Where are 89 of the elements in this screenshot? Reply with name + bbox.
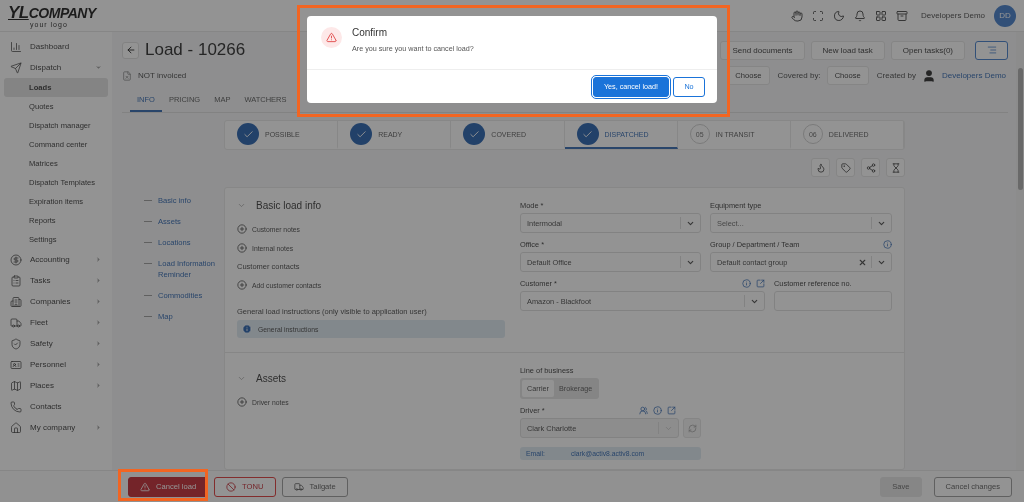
check-icon [576, 123, 599, 145]
user-avatar[interactable]: DD [994, 4, 1016, 27]
share-icon [865, 162, 876, 173]
sidebar-item[interactable]: My company [4, 417, 108, 438]
hourglass-icon [890, 162, 901, 173]
caret-down-icon [95, 64, 102, 71]
plus-icon [237, 397, 247, 407]
flame-icon [815, 162, 826, 173]
plus-icon [237, 224, 247, 234]
page-title: Load - 10266 [145, 40, 246, 60]
action-button[interactable]: New load task [810, 40, 885, 60]
sidebar-item[interactable]: Safety [4, 333, 108, 354]
map-icon [10, 379, 22, 392]
caret-right-icon [95, 277, 102, 284]
created-by-label: Created by [876, 71, 916, 80]
check-icon [350, 123, 373, 145]
invoice-status: NOT invoiced [138, 71, 187, 80]
building-icon [10, 295, 22, 308]
sidebar-item[interactable]: Dashboard [4, 36, 108, 57]
clear-icon [858, 257, 867, 267]
grid-icon[interactable] [874, 9, 887, 22]
menu-icon [986, 45, 997, 55]
warning-icon [321, 27, 342, 48]
sidebar-item[interactable]: Accounting [4, 249, 108, 270]
caret-right-icon [95, 256, 102, 263]
sidebar-item[interactable]: Places [4, 375, 108, 396]
document-icon [122, 70, 132, 81]
plus-icon [237, 280, 247, 290]
info-icon[interactable] [883, 240, 892, 249]
info-icon[interactable] [653, 406, 662, 415]
sidebar-item[interactable]: Fleet [4, 312, 108, 333]
menu-button[interactable] [975, 40, 1008, 60]
external-link-icon[interactable] [667, 406, 676, 415]
caret-right-icon [95, 340, 102, 347]
users-icon[interactable] [639, 406, 648, 415]
flame-button[interactable] [811, 158, 830, 177]
caret-right-icon [95, 298, 102, 305]
refresh-icon [687, 423, 697, 433]
dollar-icon [10, 253, 22, 266]
action-button[interactable]: Send documents [720, 40, 805, 60]
id-card-icon [10, 358, 22, 371]
chevron-down-icon[interactable] [237, 374, 246, 383]
ban-icon [226, 481, 237, 492]
user-name[interactable]: Developers Demo [920, 11, 985, 20]
info-icon [242, 324, 252, 334]
share-button[interactable] [861, 158, 880, 177]
caret-right-icon [95, 382, 102, 389]
caret-right-icon [95, 319, 102, 326]
hourglass-button[interactable] [886, 158, 905, 177]
caret-right-icon [95, 361, 102, 368]
tag-button[interactable] [836, 158, 855, 177]
bell-icon[interactable] [853, 9, 866, 22]
fullscreen-icon[interactable] [811, 9, 824, 22]
creator-link[interactable]: Developers Demo [941, 71, 1006, 80]
tag-icon [840, 162, 851, 173]
send-icon [10, 61, 22, 74]
section-title: Assets [256, 373, 286, 384]
sidebar-item[interactable]: Dispatch [4, 57, 108, 78]
truck-icon [10, 316, 22, 329]
bar-chart-icon [10, 40, 22, 53]
user-icon [921, 68, 936, 83]
phone-icon [10, 400, 22, 413]
arrow-left-icon [125, 45, 136, 55]
shield-icon [10, 337, 22, 350]
warning-icon [140, 481, 150, 492]
plus-icon [237, 243, 247, 253]
moon-icon[interactable] [832, 9, 845, 22]
house-icon [10, 421, 22, 434]
truck-icon [293, 481, 304, 492]
chevron-down-icon[interactable] [237, 201, 246, 210]
scrollbar-thumb[interactable] [1017, 68, 1023, 190]
back-button[interactable] [122, 41, 139, 59]
dialog-title: Confirm [352, 27, 388, 38]
section-title: Basic load info [256, 200, 322, 211]
sidebar-item[interactable]: Contacts [4, 396, 108, 417]
archive-icon[interactable] [895, 9, 908, 22]
assignment-label: Covered by: [777, 71, 821, 80]
external-link-icon[interactable] [756, 279, 765, 288]
check-icon [237, 123, 259, 145]
caret-right-icon [95, 424, 102, 431]
refresh-button[interactable] [683, 418, 701, 438]
sidebar-item[interactable]: Tasks [4, 270, 108, 291]
info-icon[interactable] [742, 279, 751, 288]
sidebar-item[interactable]: Companies [4, 291, 108, 312]
sidebar-item[interactable]: Personnel [4, 354, 108, 375]
check-icon [463, 123, 486, 145]
clipboard-icon [10, 274, 22, 287]
hand-icon[interactable] [790, 9, 803, 22]
action-button[interactable]: Open tasks(0) [890, 40, 965, 60]
